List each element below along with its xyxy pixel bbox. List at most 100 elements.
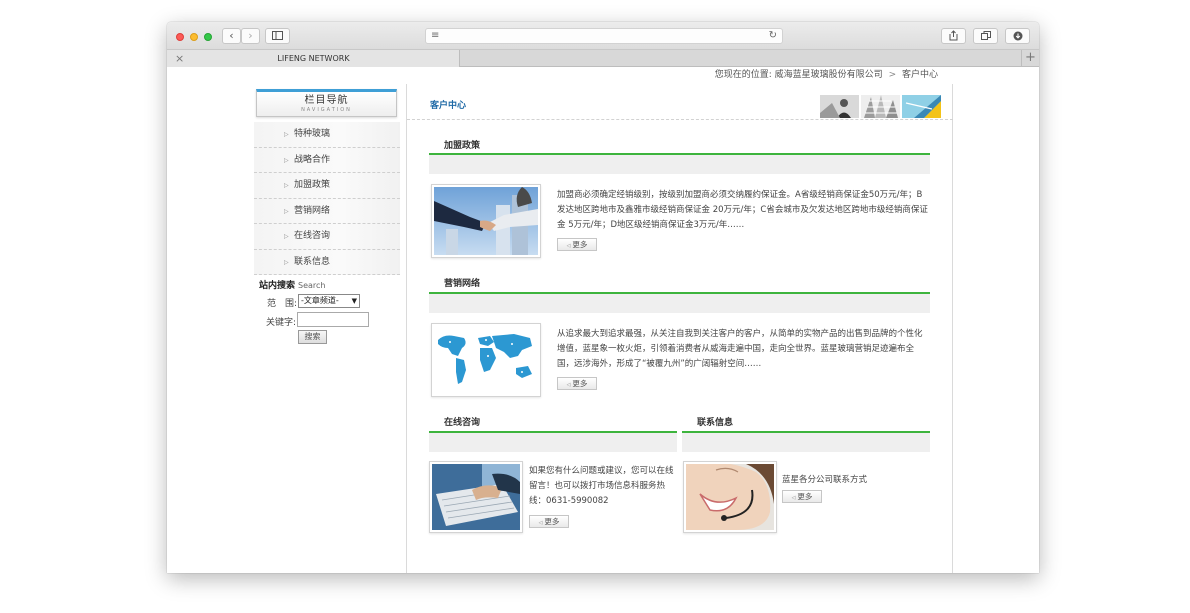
- site-search-title-en: Search: [298, 281, 326, 290]
- sidebar-item-label: 在线咨询: [294, 231, 331, 241]
- reader-icon[interactable]: ≡: [431, 29, 439, 43]
- arrow-right-icon: ▷: [284, 182, 289, 189]
- sales-network-more-button[interactable]: ◁ 更多: [557, 377, 597, 390]
- header-photo-abstract: [902, 95, 941, 118]
- new-tab-button[interactable]: +: [1021, 50, 1039, 67]
- scope-select[interactable]: -文章频道- ▼: [298, 294, 360, 308]
- join-policy-text: 加盟商必须确定经销级别，按级别加盟商必须交纳履约保证金。A省级经销商保证金50万…: [557, 190, 928, 230]
- tab-lifeng-network[interactable]: LIFENG NETWORK ×: [167, 50, 460, 67]
- sidebar-item-special-glass[interactable]: ▷ 特种玻璃: [254, 122, 400, 148]
- handshake-photo: [434, 187, 538, 255]
- arrow-right-icon: ▷: [284, 233, 289, 240]
- sidebar-item-join-policy[interactable]: ▷ 加盟政策: [254, 173, 400, 199]
- breadcrumb-current[interactable]: 客户中心: [902, 70, 938, 80]
- sidebar-item-label: 特种玻璃: [294, 129, 331, 139]
- content-header: 客户中心: [407, 84, 953, 120]
- main-content: 客户中心 加盟政策 加盟商必须确定经销级别，按级别加盟商必须交纳履约保证金。A省…: [406, 84, 953, 573]
- browser-toolbar: ‹ › ≡ ↻: [167, 22, 1039, 50]
- navigation-title-en: NAVIGATION: [301, 107, 352, 113]
- web-page: 您现在的位置: 威海蓝星玻璃股份有限公司 > 客户中心 栏目导航 NAVIGAT…: [238, 68, 954, 573]
- tab-title: LIFENG NETWORK: [277, 54, 350, 63]
- contact-info-more-button[interactable]: ◁ 更多: [782, 490, 822, 503]
- section-title-contact-info[interactable]: 联系信息: [697, 415, 733, 428]
- site-search-title: 站内搜索 Search: [259, 278, 326, 291]
- back-button[interactable]: ‹: [222, 28, 241, 44]
- arrow-left-icon: ◁: [538, 520, 543, 526]
- online-consult-image[interactable]: [429, 461, 523, 533]
- share-icon: [949, 30, 958, 41]
- headset-operator-photo: [686, 464, 774, 530]
- more-label: 更多: [572, 240, 588, 249]
- contact-info-image[interactable]: [683, 461, 777, 533]
- tab-bar: LIFENG NETWORK × +: [167, 50, 1039, 67]
- section-bar-sales-network: [429, 292, 930, 313]
- section-bar-join-policy: [429, 153, 930, 174]
- scope-label: 范 围:: [267, 299, 298, 309]
- chevron-right-icon: ›: [248, 29, 253, 42]
- forward-button[interactable]: ›: [241, 28, 260, 44]
- section-title-join-policy[interactable]: 加盟政策: [444, 138, 480, 151]
- minimize-window-button[interactable]: [190, 33, 198, 41]
- search-button[interactable]: 搜索: [298, 330, 327, 344]
- tabs-icon: [980, 31, 991, 40]
- navigation-header: 栏目导航 NAVIGATION: [256, 89, 397, 117]
- sidebar-icon: [272, 31, 283, 40]
- plus-icon: +: [1025, 50, 1036, 65]
- browser-window: ‹ › ≡ ↻ LIFENG NETWORK × + 您现在的位置: 威海蓝星玻…: [167, 22, 1039, 573]
- online-consult-more-button[interactable]: ◁ 更多: [529, 515, 569, 528]
- keyword-label: 关键字:: [266, 318, 297, 328]
- breadcrumb-prefix: 您现在的位置: 威海蓝星玻璃股份有限公司: [714, 70, 883, 80]
- section-bar-online-consult: [429, 431, 677, 452]
- reload-icon[interactable]: ↻: [769, 29, 777, 43]
- share-button[interactable]: [941, 28, 966, 44]
- join-policy-image[interactable]: [431, 184, 541, 258]
- arrow-right-icon: ▷: [284, 207, 289, 215]
- close-tab-icon[interactable]: ×: [175, 50, 184, 67]
- breadcrumb: 您现在的位置: 威海蓝星玻璃股份有限公司 > 客户中心: [715, 68, 938, 82]
- sidebar-item-sales-network[interactable]: ▷ 营销网络: [254, 198, 400, 224]
- sidebar-nav: ▷ 特种玻璃 ▷ 战略合作 ▷ 加盟政策 ▷ 营销网络 ▷ 在线咨询 ▷ 联系信息: [254, 122, 400, 275]
- sidebar-item-label: 联系信息: [294, 256, 331, 267]
- arrow-right-icon: ▷: [284, 156, 289, 164]
- downloads-button[interactable]: [1005, 28, 1030, 44]
- sales-network-text: 从追求最大到追求最强，从关注自我到关注客户的客户，从简单的实物产品的出售到品牌的…: [557, 329, 923, 369]
- scope-select-value: -文章频道-: [301, 296, 339, 305]
- more-label: 更多: [797, 492, 813, 501]
- sidebar-item-label: 战略合作: [294, 154, 331, 165]
- section-title-sales-network[interactable]: 营销网络: [444, 276, 480, 289]
- address-bar[interactable]: ≡ ↻: [425, 28, 783, 44]
- breadcrumb-separator-icon: >: [888, 70, 897, 80]
- page-title: 客户中心: [430, 101, 467, 111]
- contact-info-text: 蓝星各分公司联系方式: [782, 475, 868, 485]
- zoom-window-button[interactable]: [204, 33, 212, 41]
- arrow-left-icon: ◁: [791, 495, 796, 501]
- dropdown-arrow-icon: ▼: [351, 297, 357, 305]
- tabs-overview-button[interactable]: [973, 28, 998, 44]
- arrow-right-icon: ▷: [284, 131, 289, 138]
- keyword-input[interactable]: [297, 312, 369, 327]
- arrow-left-icon: ◁: [566, 243, 571, 249]
- sidebar-item-online-consult[interactable]: ▷ 在线咨询: [254, 224, 400, 250]
- section-bar-contact-info: [682, 431, 930, 452]
- keyboard-photo: [432, 464, 520, 530]
- sidebar-toggle-button[interactable]: [265, 28, 290, 44]
- chevron-left-icon: ‹: [229, 29, 234, 42]
- section-title-online-consult[interactable]: 在线咨询: [444, 415, 480, 428]
- more-label: 更多: [572, 379, 588, 388]
- sidebar-item-label: 营销网络: [294, 205, 331, 216]
- site-search-title-cn: 站内搜索: [259, 281, 296, 291]
- header-photo-person: [820, 95, 859, 118]
- sidebar-item-label: 加盟政策: [294, 180, 331, 190]
- sidebar-item-strategic-cooperation[interactable]: ▷ 战略合作: [254, 147, 400, 173]
- close-window-button[interactable]: [176, 33, 184, 41]
- sales-network-image[interactable]: [431, 323, 541, 397]
- join-policy-more-button[interactable]: ◁ 更多: [557, 238, 597, 251]
- more-label: 更多: [544, 517, 560, 526]
- world-map-photo: [434, 326, 538, 394]
- online-consult-text: 如果您有什么问题或建议，您可以在线留言！也可以拨打市场信息科服务热线：0631-…: [529, 466, 674, 506]
- arrow-left-icon: ◁: [566, 382, 571, 388]
- download-icon: [1013, 31, 1022, 41]
- arrow-right-icon: ▷: [284, 258, 289, 266]
- sidebar-item-contact-info[interactable]: ▷ 联系信息: [254, 249, 400, 275]
- navigation-title: 栏目导航: [304, 95, 349, 106]
